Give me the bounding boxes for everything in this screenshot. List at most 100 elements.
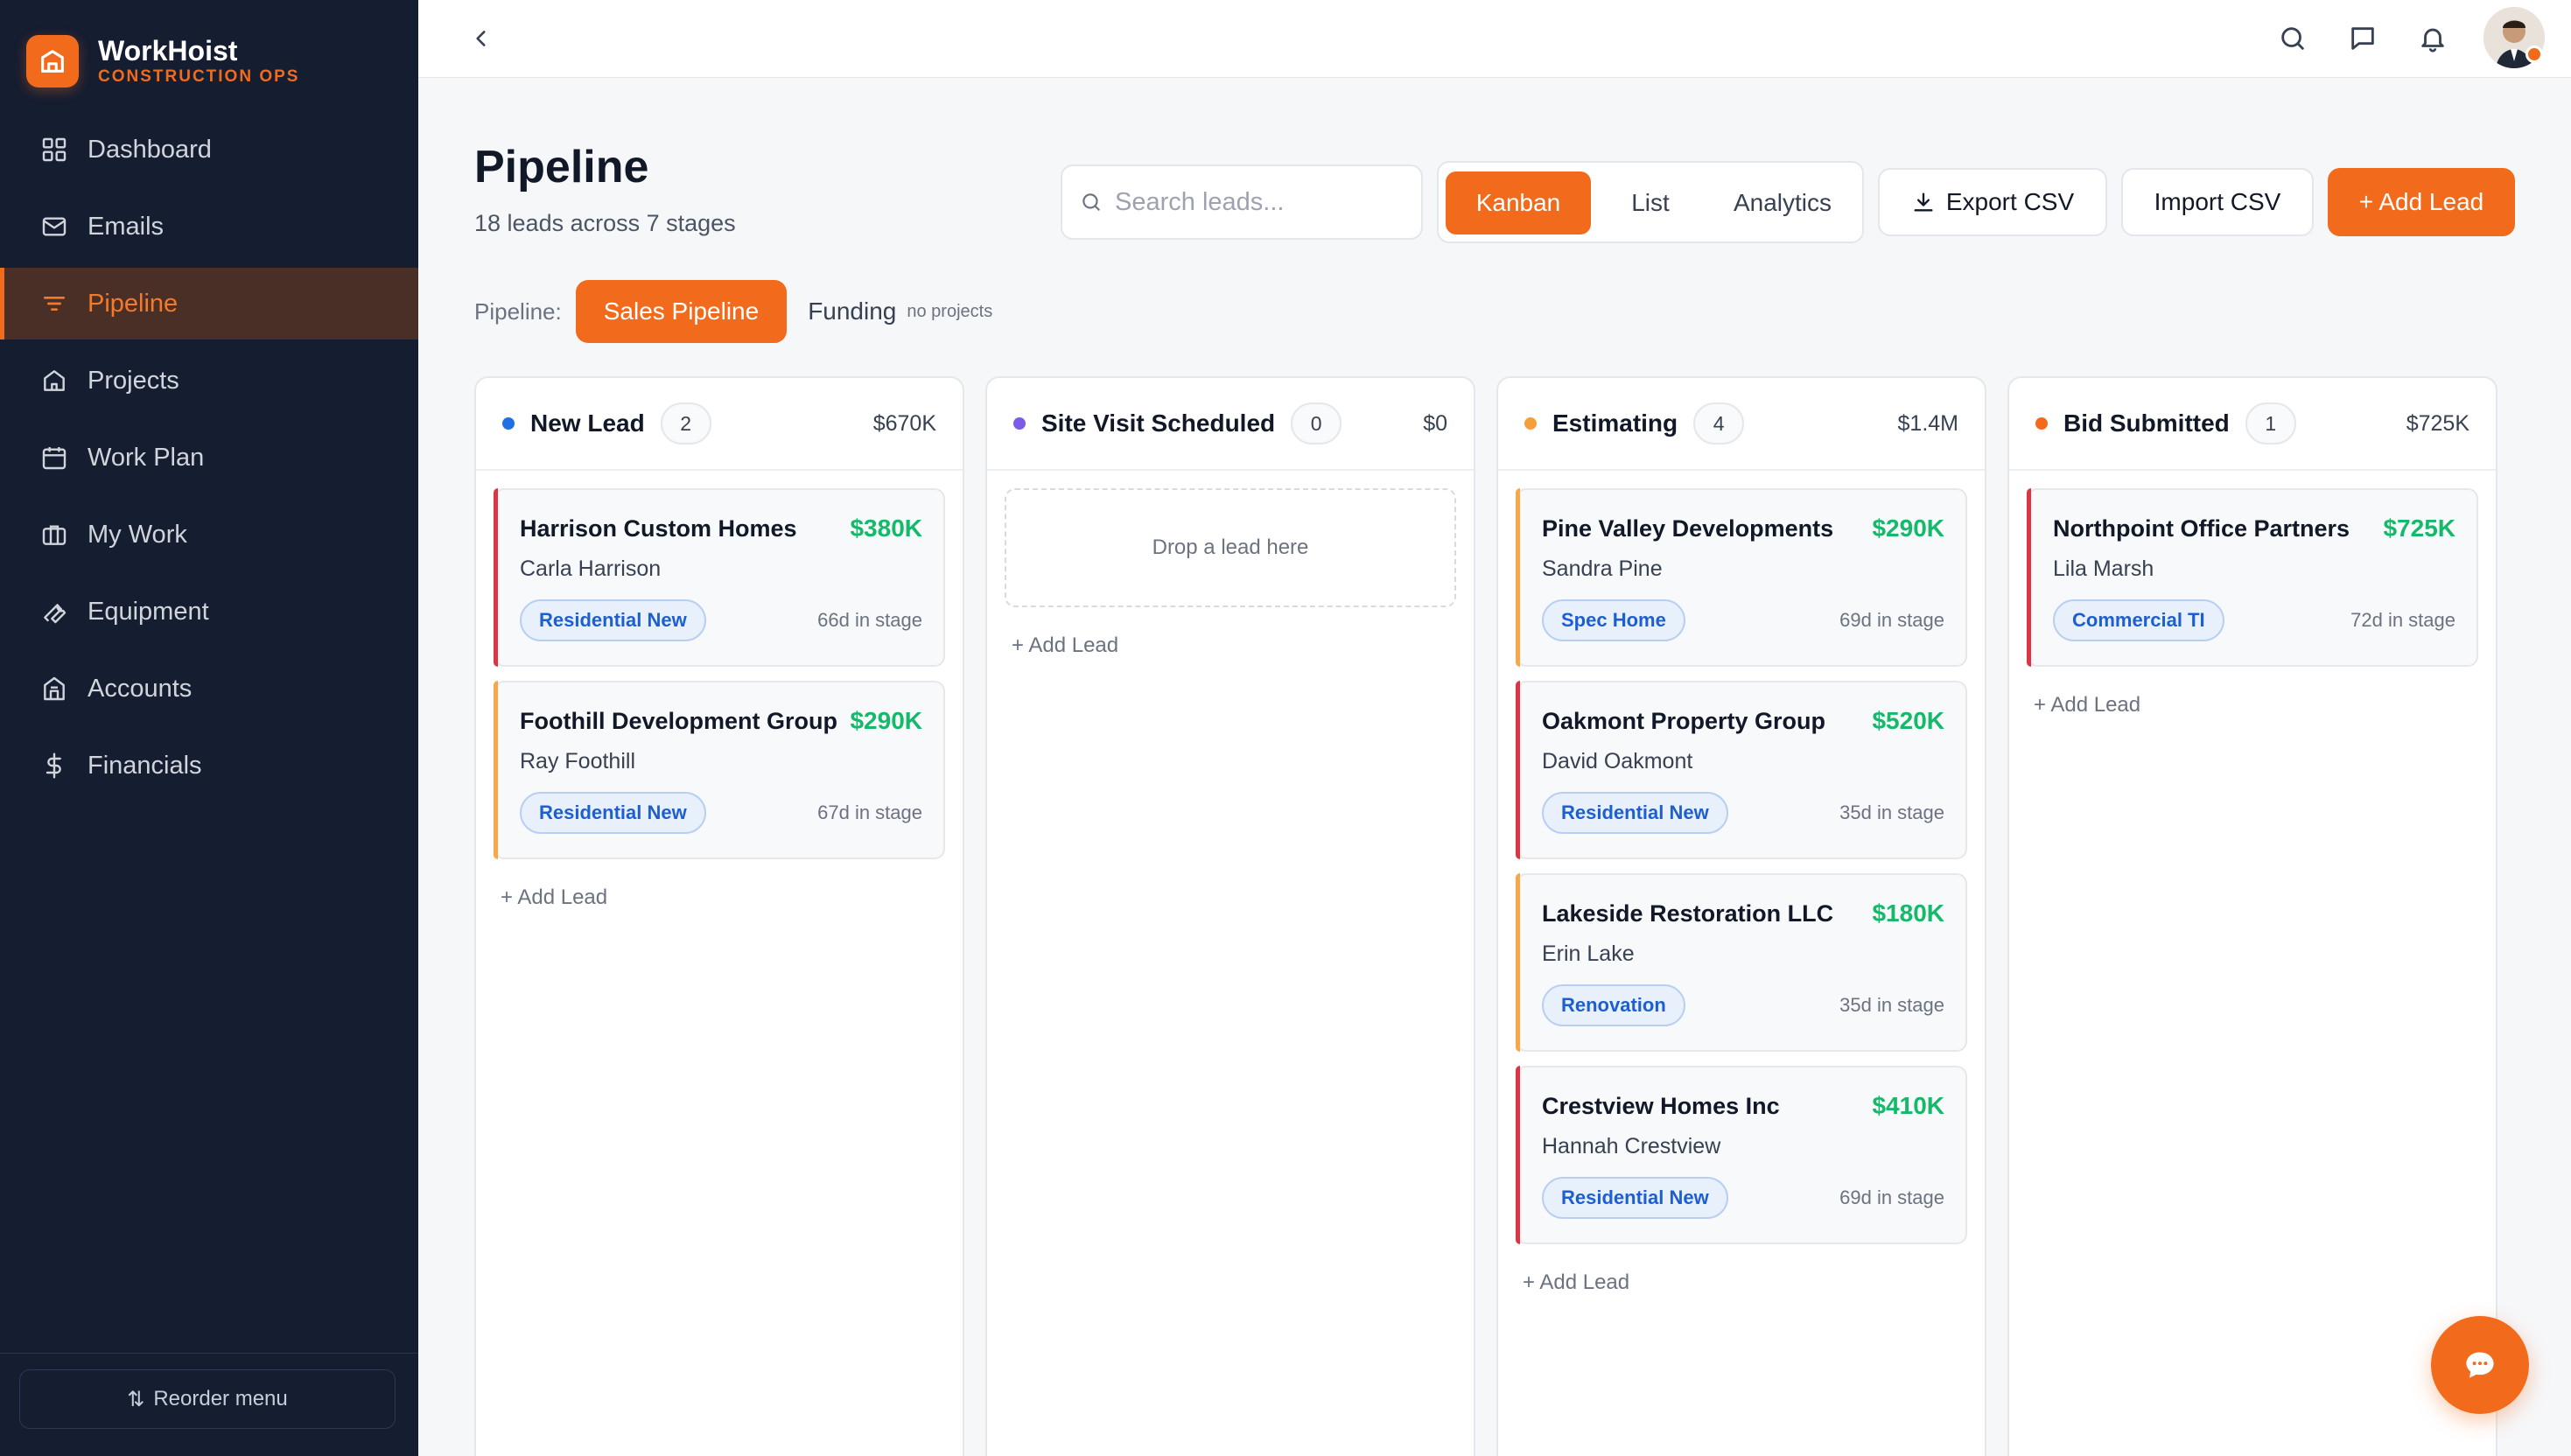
search-button[interactable]	[2272, 18, 2314, 60]
grid-icon	[39, 134, 70, 165]
lead-card[interactable]: Harrison Custom Homes $380K Carla Harris…	[494, 488, 945, 667]
message-icon	[2351, 27, 2374, 50]
lead-age: 69d in stage	[1839, 609, 1944, 631]
sidebar-item-label: Emails	[88, 212, 165, 241]
messages-button[interactable]	[2342, 18, 2384, 60]
chevron-left-icon	[476, 31, 486, 46]
lead-card[interactable]: Lakeside Restoration LLC $180K Erin Lake…	[1516, 873, 1967, 1052]
lead-value: $290K	[850, 707, 922, 734]
sidebar-item-dashboard[interactable]: Dashboard	[0, 114, 418, 186]
sidebar-item-label: Projects	[88, 366, 179, 395]
column-count-badge: 2	[660, 402, 711, 444]
lead-type-tag: Residential New	[520, 792, 706, 834]
sidebar-item-pipeline[interactable]: Pipeline	[0, 268, 418, 340]
sidebar-nav: Dashboard Emails Pipeline Projects Work …	[0, 114, 418, 807]
column-add-lead-link[interactable]: + Add Lead	[1523, 1270, 1967, 1295]
lead-contact: Hannah Crestview	[1542, 1134, 1721, 1158]
sidebar-item-emails[interactable]: Emails	[0, 191, 418, 262]
pipeline-option-sales[interactable]: Sales Pipeline	[575, 280, 788, 343]
kanban-column-bid-submitted: Bid Submitted 1 $725K Northpoint Office …	[2007, 376, 2497, 1456]
column-title: New Lead	[530, 410, 645, 437]
column-total: $670K	[872, 410, 936, 436]
stage-dot	[2035, 417, 2048, 430]
lead-card[interactable]: Crestview Homes Inc $410K Hannah Crestvi…	[1516, 1066, 1967, 1244]
lead-card[interactable]: Foothill Development Group $290K Ray Foo…	[494, 681, 945, 859]
sidebar-item-my-work[interactable]: My Work	[0, 499, 418, 570]
sidebar-item-financials[interactable]: Financials	[0, 730, 418, 802]
reorder-menu-button[interactable]: ⇅ Reorder menu	[19, 1369, 396, 1429]
sidebar-item-label: Dashboard	[88, 135, 212, 164]
chat-bubble-icon	[2466, 1352, 2494, 1378]
dollar-icon	[39, 750, 70, 781]
card-accent	[1516, 488, 1520, 667]
lead-card[interactable]: Northpoint Office Partners $725K Lila Ma…	[2027, 488, 2478, 667]
lead-company: Harrison Custom Homes	[520, 514, 797, 542]
reorder-arrows-icon: ⇅	[127, 1387, 145, 1411]
export-csv-button[interactable]: Export CSV	[1878, 168, 2107, 236]
building-icon	[39, 673, 70, 704]
sidebar-item-label: Financials	[88, 751, 202, 780]
briefcase-icon	[39, 519, 70, 550]
lead-company: Pine Valley Developments	[1542, 514, 1834, 542]
reorder-menu-label: Reorder menu	[153, 1387, 288, 1410]
home-icon	[39, 365, 70, 396]
sidebar-item-work-plan[interactable]: Work Plan	[0, 422, 418, 494]
column-header: New Lead 2 $670K	[476, 378, 963, 471]
lead-contact: Erin Lake	[1542, 942, 1635, 966]
brand-subtitle: CONSTRUCTION OPS	[98, 67, 300, 86]
lead-age: 67d in stage	[817, 802, 922, 823]
lead-contact: Carla Harrison	[520, 556, 662, 581]
collapse-sidebar-button[interactable]	[462, 19, 501, 58]
sidebar-footer: ⇅ Reorder menu	[0, 1353, 418, 1456]
card-accent	[1516, 1066, 1520, 1244]
pipeline-option-funding[interactable]: Funding no projects	[797, 280, 1003, 343]
notifications-button[interactable]	[2412, 18, 2454, 60]
brand[interactable]: WorkHoist CONSTRUCTION OPS	[26, 33, 299, 89]
tab-kanban[interactable]: Kanban	[1446, 172, 1591, 234]
lead-age: 35d in stage	[1839, 802, 1944, 823]
kanban-column-site-visit: Site Visit Scheduled 0 $0 Drop a lead he…	[985, 376, 1475, 1456]
search-icon	[2281, 27, 2304, 50]
column-title: Bid Submitted	[2063, 410, 2230, 437]
kanban-column-new-lead: New Lead 2 $670K Harrison Custom Homes $…	[474, 376, 964, 1456]
card-accent	[494, 681, 498, 859]
lead-value: $380K	[850, 514, 922, 542]
tab-analytics[interactable]: Analytics	[1710, 172, 1855, 234]
kanban-column-estimating: Estimating 4 $1.4M Pine Valley Developme…	[1496, 376, 1986, 1456]
lead-contact: Lila Marsh	[2053, 556, 2154, 581]
sidebar-item-label: Pipeline	[88, 289, 179, 318]
column-title: Site Visit Scheduled	[1041, 410, 1276, 437]
search-input[interactable]	[1115, 187, 1404, 217]
column-add-lead-link[interactable]: + Add Lead	[2034, 693, 2478, 718]
column-header: Site Visit Scheduled 0 $0	[987, 378, 1474, 471]
lead-value: $290K	[1872, 514, 1944, 542]
lead-card[interactable]: Oakmont Property Group $520K David Oakmo…	[1516, 681, 1967, 859]
bell-icon	[2421, 28, 2444, 52]
lead-value: $520K	[1872, 707, 1944, 734]
lead-type-tag: Commercial TI	[2053, 599, 2224, 641]
import-csv-button[interactable]: Import CSV	[2121, 168, 2314, 236]
card-accent	[494, 488, 498, 667]
search-icon	[1082, 193, 1100, 211]
sidebar-item-accounts[interactable]: Accounts	[0, 653, 418, 724]
tab-list[interactable]: List	[1598, 172, 1703, 234]
column-add-lead-link[interactable]: + Add Lead	[501, 886, 945, 910]
drop-zone[interactable]: Drop a lead here	[1005, 488, 1456, 607]
chat-button[interactable]	[2431, 1316, 2529, 1414]
lead-card[interactable]: Pine Valley Developments $290K Sandra Pi…	[1516, 488, 1967, 667]
sidebar-item-projects[interactable]: Projects	[0, 345, 418, 416]
column-total: $725K	[2406, 410, 2469, 436]
column-add-lead-link[interactable]: + Add Lead	[1012, 634, 1456, 658]
pipeline-option-label: Sales Pipeline	[603, 298, 760, 325]
view-toggle: Kanban List Analytics	[1437, 161, 1864, 243]
brand-name: WorkHoist	[98, 35, 238, 66]
column-count-badge: 0	[1291, 402, 1342, 444]
lead-type-tag: Spec Home	[1542, 599, 1685, 641]
lead-company: Crestview Homes Inc	[1542, 1092, 1780, 1119]
pipeline-selector: Pipeline: Sales Pipeline Funding no proj…	[474, 280, 1003, 343]
add-lead-button[interactable]: + Add Lead	[2328, 168, 2515, 236]
sidebar-item-equipment[interactable]: Equipment	[0, 576, 418, 648]
lead-company: Foothill Development Group	[520, 707, 837, 734]
lead-type-tag: Residential New	[1542, 1177, 1728, 1219]
column-total: $1.4M	[1897, 410, 1958, 436]
